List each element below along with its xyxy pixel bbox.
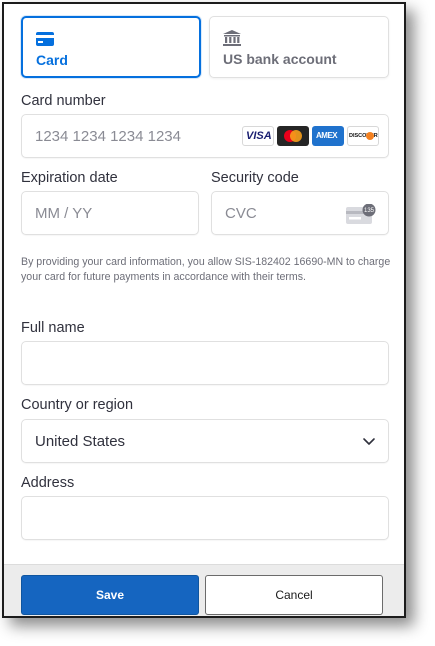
full-name-label: Full name xyxy=(21,320,85,336)
security-code-input[interactable]: CVC 135 xyxy=(211,191,389,235)
dialog-footer: Save Cancel xyxy=(4,564,404,616)
card-number-label: Card number xyxy=(21,93,106,109)
address-input[interactable] xyxy=(21,496,389,540)
tab-bank-label: US bank account xyxy=(223,51,337,67)
credit-card-icon xyxy=(36,32,54,46)
card-brands: VISA AMEX DISCOVER xyxy=(242,126,379,146)
save-button[interactable]: Save xyxy=(21,575,199,615)
payment-dialog: Card US bank account Card number 1234 12… xyxy=(2,2,406,618)
cvc-badge-text: 135 xyxy=(364,208,375,214)
cancel-button[interactable]: Cancel xyxy=(205,575,383,615)
country-label: Country or region xyxy=(21,397,134,413)
bank-icon xyxy=(223,30,241,46)
tab-us-bank-account[interactable]: US bank account xyxy=(209,16,389,78)
payment-form: Card US bank account Card number 1234 12… xyxy=(4,4,404,564)
expiration-label: Expiration date xyxy=(21,170,118,186)
mastercard-icon xyxy=(277,126,309,146)
visa-icon: VISA xyxy=(242,126,274,146)
card-number-placeholder: 1234 1234 1234 1234 xyxy=(35,128,181,145)
cvc-card-icon: 135 xyxy=(346,204,376,224)
country-selected-value: United States xyxy=(35,433,126,450)
card-number-input[interactable]: 1234 1234 1234 1234 VISA AMEX DISCOVER xyxy=(21,114,389,158)
security-code-placeholder: CVC xyxy=(225,205,257,222)
authorization-notice: By providing your card information, you … xyxy=(21,256,391,283)
expiration-input[interactable]: MM / YY xyxy=(21,191,199,235)
full-name-input[interactable] xyxy=(21,341,389,385)
discover-icon: DISCOVER xyxy=(347,126,379,146)
tab-card-label: Card xyxy=(36,52,68,68)
tab-card[interactable]: Card xyxy=(21,16,201,78)
country-select[interactable]: United States xyxy=(21,419,389,463)
amex-icon: AMEX xyxy=(312,126,344,146)
expiration-placeholder: MM / YY xyxy=(35,205,93,222)
security-code-label: Security code xyxy=(211,170,299,186)
chevron-down-icon xyxy=(363,438,375,445)
address-label: Address xyxy=(21,475,75,491)
